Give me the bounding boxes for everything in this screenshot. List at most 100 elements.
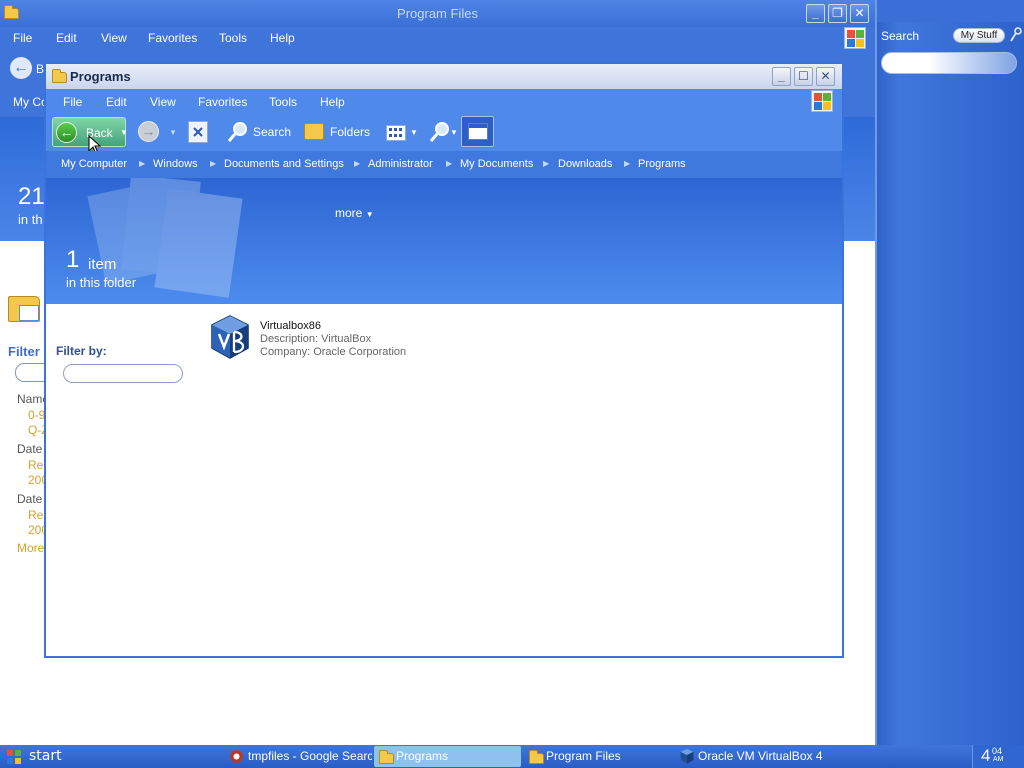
- windows-logo-icon: [844, 27, 866, 49]
- sidebar-search-label: Search: [881, 29, 920, 43]
- views-icon[interactable]: [386, 125, 406, 141]
- search-tool-icon[interactable]: [1010, 27, 1022, 43]
- background-menubar: File Edit View Favorites Tools Help: [0, 27, 875, 51]
- more-link[interactable]: more ▼: [335, 206, 374, 220]
- menu-tools[interactable]: Tools: [269, 95, 297, 109]
- back-arrow-icon[interactable]: ←: [10, 57, 32, 79]
- filter-option-link[interactable]: 0-9: [28, 408, 45, 422]
- sidebar-search-input[interactable]: [881, 52, 1017, 74]
- windows-logo-icon: [811, 90, 833, 112]
- breadcrumb-item[interactable]: Downloads: [558, 158, 612, 170]
- virtualbox-icon: [211, 315, 249, 359]
- search-options-dropdown-icon[interactable]: ▼: [450, 128, 458, 137]
- breadcrumb-item[interactable]: Administrator: [368, 158, 433, 170]
- forward-arrow-icon[interactable]: →: [138, 121, 159, 142]
- breadcrumb-separator-icon: ▶: [210, 159, 217, 168]
- windows-flag-icon: [7, 750, 21, 764]
- breadcrumb-separator-icon: ▶: [543, 159, 550, 168]
- menu-file[interactable]: File: [13, 31, 32, 45]
- system-clock[interactable]: 4 04 AM: [972, 745, 1024, 768]
- breadcrumb-separator-icon: ▶: [354, 159, 361, 168]
- maximize-button[interactable]: ☐: [794, 67, 813, 86]
- breadcrumb-separator-icon: ▶: [624, 159, 631, 168]
- taskbar: start tmpfiles - Google Search Programs …: [0, 745, 1024, 768]
- menu-edit[interactable]: Edit: [56, 31, 77, 45]
- breadcrumb-item-current[interactable]: Programs: [638, 158, 686, 170]
- file-item-name: Virtualbox86: [260, 320, 321, 332]
- breadcrumb-item[interactable]: My Computer: [61, 158, 127, 170]
- background-breadcrumb[interactable]: My Co: [13, 95, 48, 109]
- breadcrumb-item[interactable]: My Documents: [460, 158, 533, 170]
- search-icon[interactable]: [226, 120, 250, 144]
- item-count-sub: in this folder: [66, 275, 137, 290]
- toolbar: ← Back ▼ → ▼ Search Folders ▼ ▼: [46, 113, 842, 155]
- breadcrumb-item[interactable]: Windows: [153, 158, 198, 170]
- breadcrumb-item[interactable]: Documents and Settings: [224, 158, 344, 170]
- delete-file-icon[interactable]: [188, 121, 208, 143]
- minimize-button[interactable]: _: [806, 4, 825, 23]
- minimize-button[interactable]: _: [772, 67, 791, 86]
- menu-file[interactable]: File: [63, 95, 82, 109]
- start-button[interactable]: start: [0, 745, 92, 768]
- search-options-icon[interactable]: [428, 120, 452, 144]
- menubar: File Edit View Favorites Tools Help: [46, 89, 842, 113]
- my-stuff-button[interactable]: My Stuff: [953, 28, 1005, 43]
- filter-label: Filter by:: [56, 344, 107, 358]
- back-dropdown-icon[interactable]: ▼: [120, 128, 128, 137]
- menu-view[interactable]: View: [150, 95, 176, 109]
- calendar-button[interactable]: [461, 116, 494, 147]
- sidebar-header: [877, 0, 1024, 22]
- forward-dropdown-icon[interactable]: ▼: [169, 128, 177, 137]
- search-sidebar: Search My Stuff: [875, 0, 1024, 745]
- folder-icon: [8, 296, 40, 322]
- taskbar-item-browser[interactable]: tmpfiles - Google Search: [226, 746, 372, 767]
- back-arrow-icon: ←: [56, 122, 77, 143]
- search-button[interactable]: Search: [253, 125, 291, 139]
- item-count-word: item: [88, 256, 117, 273]
- close-button[interactable]: ✕: [816, 67, 835, 86]
- clock-minutes: 04: [992, 746, 1003, 756]
- breadcrumb-separator-icon: ▶: [139, 159, 146, 168]
- taskbar-item-label: Programs: [396, 749, 449, 763]
- folder-contents: Filter by: Virtualbox86 Description: Vir…: [46, 304, 842, 656]
- folder-icon: [379, 750, 394, 764]
- breadcrumb: My Computer ▶ Windows ▶ Documents and Se…: [46, 151, 842, 178]
- background-back-label[interactable]: B: [36, 62, 44, 76]
- folder-banner: more ▼ 1 item in this folder: [46, 178, 842, 304]
- background-item-count-sub: in th: [18, 212, 43, 227]
- filter-input[interactable]: [63, 364, 183, 383]
- background-item-count: 21: [18, 183, 45, 210]
- calendar-icon: [468, 123, 488, 140]
- programs-window-titlebar[interactable]: Programs _ ☐ ✕: [46, 64, 842, 89]
- filter-option-link[interactable]: Re: [28, 508, 43, 522]
- taskbar-item-label: tmpfiles - Google Search: [248, 749, 372, 763]
- folders-icon[interactable]: [304, 123, 324, 140]
- item-count: 1: [66, 246, 80, 273]
- window-title: Programs: [70, 69, 131, 84]
- taskbar-item-virtualbox[interactable]: Oracle VM VirtualBox 4.0: [676, 746, 823, 767]
- folders-button[interactable]: Folders: [330, 125, 370, 139]
- menu-favorites[interactable]: Favorites: [148, 31, 197, 45]
- file-item-description: Description: VirtualBox: [260, 333, 372, 345]
- menu-view[interactable]: View: [101, 31, 127, 45]
- more-label: more: [335, 206, 363, 220]
- taskbar-item-program-files[interactable]: Program Files: [524, 746, 671, 767]
- restore-button[interactable]: ❐: [828, 4, 847, 23]
- close-button[interactable]: ✕: [850, 4, 869, 23]
- menu-help[interactable]: Help: [320, 95, 345, 109]
- menu-help[interactable]: Help: [270, 31, 295, 45]
- menu-favorites[interactable]: Favorites: [198, 95, 247, 109]
- background-window-title: Program Files: [397, 6, 478, 21]
- background-window-titlebar[interactable]: Program Files _ ❐ ✕: [0, 0, 875, 27]
- clock-ampm: AM: [993, 756, 1004, 763]
- filter-option-link[interactable]: Re: [28, 458, 43, 472]
- clock-hour: 4: [981, 746, 991, 765]
- taskbar-item-programs[interactable]: Programs: [374, 746, 521, 767]
- menu-tools[interactable]: Tools: [219, 31, 247, 45]
- views-dropdown-icon[interactable]: ▼: [410, 128, 418, 137]
- taskbar-item-label: Oracle VM VirtualBox 4.0: [698, 749, 823, 763]
- programs-window: Programs _ ☐ ✕ File Edit View Favorites …: [44, 62, 844, 658]
- more-link[interactable]: More: [17, 541, 44, 555]
- menu-edit[interactable]: Edit: [106, 95, 127, 109]
- more-dropdown-icon: ▼: [365, 210, 374, 219]
